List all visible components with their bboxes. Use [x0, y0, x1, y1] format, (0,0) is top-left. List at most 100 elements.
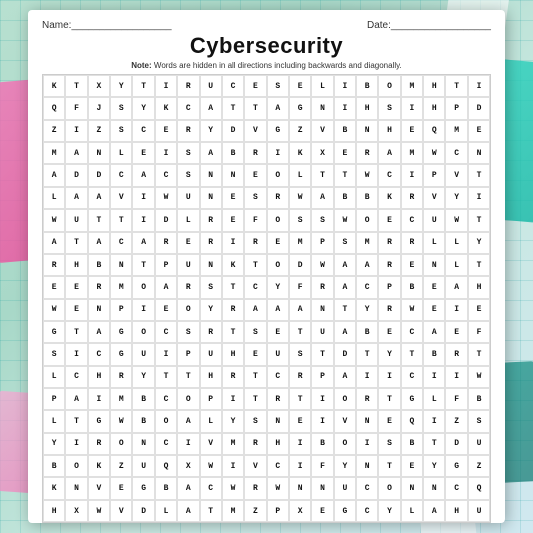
cell-13-3: R [110, 366, 132, 388]
cell-8-9: T [244, 254, 266, 276]
cell-15-4: B [132, 410, 154, 432]
cell-15-2: G [88, 410, 110, 432]
cell-1-0: Q [43, 97, 65, 119]
cell-14-7: P [200, 388, 222, 410]
cell-3-16: M [401, 142, 423, 164]
cell-17-5: Q [155, 455, 177, 477]
cell-2-14: N [356, 120, 378, 142]
cell-10-13: T [334, 299, 356, 321]
cell-17-9: V [244, 455, 266, 477]
cell-0-6: R [177, 75, 199, 97]
cell-5-10: R [267, 187, 289, 209]
cell-18-12: N [311, 477, 333, 499]
cell-9-11: F [289, 276, 311, 298]
cell-14-10: R [267, 388, 289, 410]
cell-14-0: P [43, 388, 65, 410]
cell-5-3: V [110, 187, 132, 209]
cell-15-6: A [177, 410, 199, 432]
cell-16-6: I [177, 433, 199, 455]
cell-9-17: E [423, 276, 445, 298]
cell-1-16: I [401, 97, 423, 119]
cell-5-4: I [132, 187, 154, 209]
cell-14-11: T [289, 388, 311, 410]
cell-15-16: Q [401, 410, 423, 432]
cell-13-9: T [244, 366, 266, 388]
cell-19-14: C [356, 500, 378, 522]
cell-1-13: I [334, 97, 356, 119]
cell-15-19: S [468, 410, 490, 432]
cell-0-19: I [468, 75, 490, 97]
cell-14-6: O [177, 388, 199, 410]
cell-17-6: X [177, 455, 199, 477]
cell-4-12: T [311, 164, 333, 186]
cell-11-14: B [356, 321, 378, 343]
cell-6-10: O [267, 209, 289, 231]
cell-3-18: C [445, 142, 467, 164]
cell-19-18: H [445, 500, 467, 522]
cell-12-3: G [110, 343, 132, 365]
cell-17-11: I [289, 455, 311, 477]
cell-15-8: Y [222, 410, 244, 432]
cell-1-1: F [65, 97, 87, 119]
cell-19-3: V [110, 500, 132, 522]
cell-11-2: A [88, 321, 110, 343]
cell-13-0: L [43, 366, 65, 388]
cell-19-13: G [334, 500, 356, 522]
cell-6-15: E [378, 209, 400, 231]
cell-14-9: T [244, 388, 266, 410]
cell-0-14: B [356, 75, 378, 97]
cell-8-14: A [356, 254, 378, 276]
cell-13-4: Y [132, 366, 154, 388]
cell-7-1: T [65, 232, 87, 254]
cell-7-19: Y [468, 232, 490, 254]
cell-9-10: Y [267, 276, 289, 298]
cell-9-12: R [311, 276, 333, 298]
cell-17-8: I [222, 455, 244, 477]
cell-1-14: H [356, 97, 378, 119]
cell-4-7: N [200, 164, 222, 186]
cell-1-7: A [200, 97, 222, 119]
cell-17-14: N [356, 455, 378, 477]
cell-2-19: E [468, 120, 490, 142]
cell-1-5: K [155, 97, 177, 119]
cell-8-0: R [43, 254, 65, 276]
cell-12-14: T [356, 343, 378, 365]
cell-19-10: P [267, 500, 289, 522]
cell-10-15: R [378, 299, 400, 321]
cell-10-18: I [445, 299, 467, 321]
cell-4-13: T [334, 164, 356, 186]
cell-11-13: A [334, 321, 356, 343]
cell-2-1: I [65, 120, 87, 142]
cell-6-2: T [88, 209, 110, 231]
cell-19-0: H [43, 500, 65, 522]
cell-6-14: O [356, 209, 378, 231]
date-label: Date:__________________ [367, 20, 491, 31]
cell-8-17: N [423, 254, 445, 276]
cell-4-1: D [65, 164, 87, 186]
cell-15-0: L [43, 410, 65, 432]
cell-15-11: E [289, 410, 311, 432]
word-search-grid: KTXYTIRUCESELIBOMHTIQFJSYKCATTAGNIHSIHPD… [42, 74, 491, 523]
cell-18-7: C [200, 477, 222, 499]
cell-8-12: W [311, 254, 333, 276]
cell-2-3: S [110, 120, 132, 142]
cell-0-9: E [244, 75, 266, 97]
cell-19-7: T [200, 500, 222, 522]
cell-14-15: T [378, 388, 400, 410]
cell-1-2: J [88, 97, 110, 119]
cell-15-5: O [155, 410, 177, 432]
cell-12-11: S [289, 343, 311, 365]
cell-9-14: C [356, 276, 378, 298]
cell-3-11: K [289, 142, 311, 164]
cell-12-1: I [65, 343, 87, 365]
cell-15-9: S [244, 410, 266, 432]
cell-17-15: T [378, 455, 400, 477]
cell-15-1: T [65, 410, 87, 432]
cell-6-13: W [334, 209, 356, 231]
cell-12-12: T [311, 343, 333, 365]
cell-14-17: L [423, 388, 445, 410]
cell-10-1: E [65, 299, 87, 321]
cell-12-2: C [88, 343, 110, 365]
cell-14-19: B [468, 388, 490, 410]
cell-12-10: U [267, 343, 289, 365]
